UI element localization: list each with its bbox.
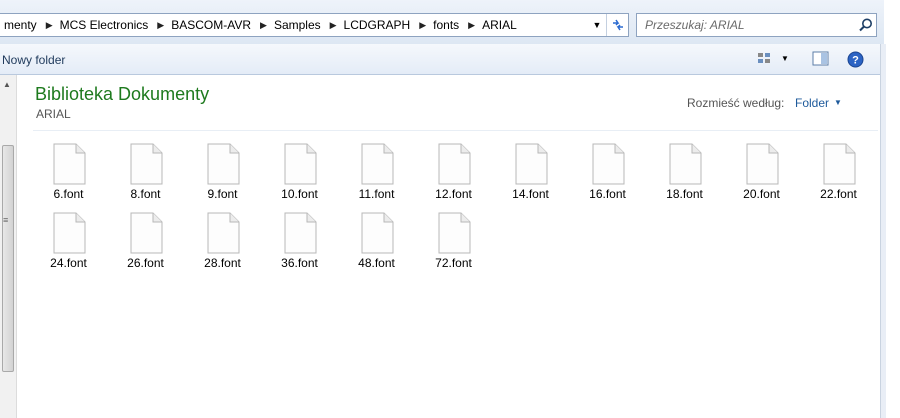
file-item[interactable]: 26.font: [107, 212, 184, 276]
generic-file-icon: [438, 143, 470, 185]
generic-file-icon: [746, 143, 778, 185]
generic-file-icon: [284, 212, 316, 254]
library-title: Biblioteka Dokumenty: [35, 84, 210, 104]
file-name: 8.font: [130, 187, 161, 201]
file-item[interactable]: 16.font: [569, 143, 646, 207]
view-options-chevron-icon[interactable]: ▼: [781, 54, 789, 63]
file-name: 72.font: [435, 256, 472, 270]
header-divider: [33, 130, 878, 131]
chevron-down-icon: ▼: [592, 20, 602, 30]
generic-file-icon: [130, 143, 162, 185]
file-item[interactable]: 24.font: [30, 212, 107, 276]
breadcrumb-item[interactable]: menty: [0, 18, 43, 32]
outer-background: [886, 0, 900, 418]
file-item[interactable]: 48.font: [338, 212, 415, 276]
help-icon[interactable]: ?: [847, 51, 864, 68]
breadcrumb-separator-icon[interactable]: ▶: [257, 20, 270, 31]
file-item[interactable]: 72.font: [415, 212, 492, 276]
breadcrumb-item[interactable]: LCDGRAPH: [340, 18, 417, 32]
file-name: 20.font: [743, 187, 780, 201]
arrange-by-label: Rozmieść według:: [687, 96, 785, 110]
generic-file-icon: [592, 143, 624, 185]
refresh-icon: [613, 19, 623, 31]
file-item[interactable]: 6.font: [30, 143, 107, 207]
generic-file-icon: [438, 212, 470, 254]
navigation-pane-scrollbar[interactable]: ▲ ≡: [0, 75, 17, 418]
search-icon[interactable]: [858, 17, 874, 33]
generic-file-icon: [823, 143, 855, 185]
file-item[interactable]: 28.font: [184, 212, 261, 276]
breadcrumb-item-current[interactable]: ARIAL: [478, 18, 523, 32]
file-item[interactable]: 22.font: [800, 143, 877, 207]
file-name: 24.font: [50, 256, 87, 270]
generic-file-icon: [130, 212, 162, 254]
file-name: 26.font: [127, 256, 164, 270]
breadcrumb-item[interactable]: BASCOM-AVR: [167, 18, 257, 32]
file-name: 22.font: [820, 187, 857, 201]
address-strip: menty ▶ MCS Electronics ▶ BASCOM-AVR ▶ S…: [0, 0, 884, 44]
file-item[interactable]: 10.font: [261, 143, 338, 207]
new-folder-button[interactable]: Nowy folder: [2, 53, 65, 67]
breadcrumb-item[interactable]: fonts: [429, 18, 465, 32]
file-name: 28.font: [204, 256, 241, 270]
breadcrumb-separator-icon[interactable]: ▶: [416, 20, 429, 31]
address-history-dropdown[interactable]: ▼: [588, 14, 606, 36]
generic-file-icon: [669, 143, 701, 185]
breadcrumb-separator-icon[interactable]: ▶: [327, 20, 340, 31]
file-name: 10.font: [281, 187, 318, 201]
file-name: 9.font: [207, 187, 238, 201]
file-name: 36.font: [281, 256, 318, 270]
file-name: 18.font: [666, 187, 703, 201]
file-name: 14.font: [512, 187, 549, 201]
library-subtitle: ARIAL: [36, 107, 71, 121]
address-bar[interactable]: menty ▶ MCS Electronics ▶ BASCOM-AVR ▶ S…: [0, 13, 629, 37]
file-name: 16.font: [589, 187, 626, 201]
file-item[interactable]: 8.font: [107, 143, 184, 207]
generic-file-icon: [53, 143, 85, 185]
scroll-up-icon[interactable]: ▲: [3, 80, 11, 89]
file-name: 6.font: [53, 187, 84, 201]
file-item[interactable]: 20.font: [723, 143, 800, 207]
search-input[interactable]: Przeszukaj: ARIAL: [636, 13, 877, 37]
arrange-by-dropdown[interactable]: Folder: [795, 96, 829, 110]
generic-file-icon: [53, 212, 85, 254]
command-toolbar: Nowy folder ▼ ?: [0, 44, 884, 75]
chevron-down-icon[interactable]: ▼: [834, 98, 842, 107]
svg-text:?: ?: [852, 55, 859, 67]
refresh-button[interactable]: [606, 14, 629, 36]
file-item[interactable]: 14.font: [492, 143, 569, 207]
breadcrumb-separator-icon[interactable]: ▶: [43, 20, 56, 31]
file-item[interactable]: 9.font: [184, 143, 261, 207]
generic-file-icon: [361, 143, 393, 185]
file-name: 11.font: [358, 187, 395, 201]
preview-pane-icon[interactable]: [812, 51, 830, 67]
file-item[interactable]: 18.font: [646, 143, 723, 207]
generic-file-icon: [361, 212, 393, 254]
scrollbar-thumb[interactable]: [2, 145, 14, 372]
generic-file-icon: [284, 143, 316, 185]
breadcrumb-separator-icon[interactable]: ▶: [465, 20, 478, 31]
file-item[interactable]: 11.font: [338, 143, 415, 207]
breadcrumb-separator-icon[interactable]: ▶: [154, 20, 167, 31]
breadcrumb-item[interactable]: MCS Electronics: [56, 18, 155, 32]
file-item[interactable]: 12.font: [415, 143, 492, 207]
breadcrumb-item[interactable]: Samples: [270, 18, 327, 32]
generic-file-icon: [515, 143, 547, 185]
file-name: 12.font: [435, 187, 472, 201]
generic-file-icon: [207, 212, 239, 254]
file-name: 48.font: [358, 256, 395, 270]
file-item[interactable]: 36.font: [261, 212, 338, 276]
change-view-icon[interactable]: [757, 51, 773, 67]
generic-file-icon: [207, 143, 239, 185]
scroll-grip-icon: ≡: [3, 215, 9, 225]
